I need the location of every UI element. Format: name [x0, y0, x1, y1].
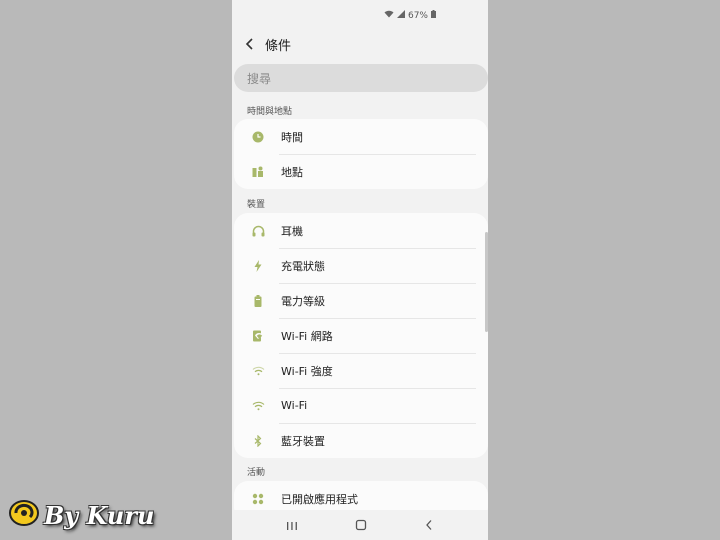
condition-item-bluetooth[interactable]: 藍牙裝置 — [234, 423, 488, 458]
wifi-icon — [248, 396, 268, 416]
bluetooth-icon — [248, 431, 268, 451]
app-header: 條件 — [232, 30, 488, 58]
apps-icon — [248, 489, 268, 509]
card-device: 耳機 充電狀態 電力等級 Wi-Fi 網路 Wi-Fi 強度 Wi-Fi 藍牙裝… — [234, 213, 488, 458]
condition-label: 時間 — [281, 130, 303, 144]
section-label-time-location: 時間與地點 — [247, 107, 293, 117]
battery-percent: 67% — [407, 10, 428, 21]
back-arrow-icon[interactable] — [235, 38, 265, 50]
watermark-logo-icon — [8, 498, 42, 532]
condition-label: 藍牙裝置 — [281, 434, 325, 448]
search-input[interactable]: 搜尋 — [234, 64, 488, 92]
condition-label: Wi-Fi — [281, 399, 308, 412]
back-nav-icon[interactable] — [424, 516, 434, 535]
navigation-bar — [232, 510, 488, 540]
condition-item-battery-level[interactable]: 電力等級 — [234, 283, 488, 318]
scrollbar[interactable] — [485, 232, 488, 332]
condition-label: 地點 — [281, 165, 303, 179]
condition-item-charging[interactable]: 充電狀態 — [234, 248, 488, 283]
condition-item-headphones[interactable]: 耳機 — [234, 213, 488, 248]
battery-status-icon — [431, 10, 436, 21]
condition-label: 充電狀態 — [281, 259, 325, 273]
location-icon — [248, 162, 268, 182]
clock-icon — [248, 127, 268, 147]
wifi-status-icon — [384, 10, 394, 21]
condition-item-wifi-network[interactable]: Wi-Fi 網路 — [234, 318, 488, 353]
status-bar: 67% — [232, 0, 488, 30]
wifi-strength-icon — [248, 361, 268, 381]
watermark: By Kuru — [8, 498, 154, 532]
page-title: 條件 — [265, 38, 292, 54]
battery-icon — [248, 291, 268, 311]
watermark-text: By Kuru — [44, 500, 155, 530]
condition-label: 已開啟應用程式 — [281, 492, 358, 506]
home-icon[interactable] — [355, 516, 367, 535]
search-placeholder: 搜尋 — [247, 71, 272, 86]
condition-item-wifi-strength[interactable]: Wi-Fi 強度 — [234, 353, 488, 388]
card-time-location: 時間 地點 — [234, 119, 488, 189]
headphones-icon — [248, 221, 268, 241]
condition-item-location[interactable]: 地點 — [234, 154, 488, 189]
condition-label: Wi-Fi 網路 — [281, 329, 333, 343]
condition-item-wifi[interactable]: Wi-Fi — [234, 388, 488, 423]
condition-label: Wi-Fi 強度 — [281, 364, 333, 378]
section-label-activity: 活動 — [247, 468, 266, 478]
phone-screen: 67% 條件 搜尋 時間與地點 時間 地點 裝置 耳機 充電狀態 電力等級 Wi… — [232, 0, 488, 540]
condition-item-time[interactable]: 時間 — [234, 119, 488, 154]
recent-apps-icon[interactable] — [286, 516, 298, 535]
charging-icon — [248, 256, 268, 276]
signal-icon — [396, 10, 405, 21]
section-label-device: 裝置 — [247, 200, 266, 210]
wifi-network-icon — [248, 326, 268, 346]
condition-label: 耳機 — [281, 224, 303, 238]
status-icons: 67% — [384, 10, 436, 21]
condition-label: 電力等級 — [281, 294, 325, 308]
